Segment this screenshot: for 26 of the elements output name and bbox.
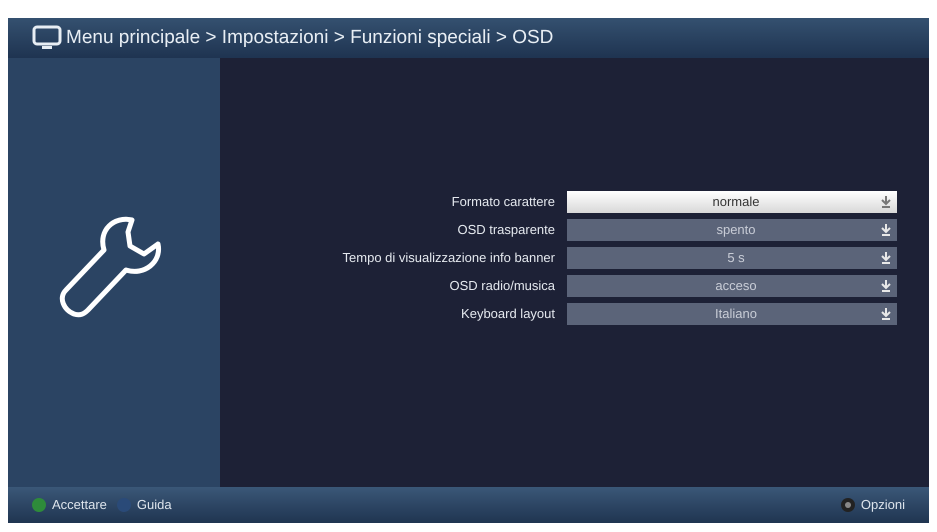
option-key-icon — [840, 498, 855, 512]
down-arrow-icon — [881, 250, 891, 264]
setting-field[interactable]: acceso — [567, 274, 897, 296]
down-arrow-icon — [881, 194, 891, 208]
setting-label: OSD radio/musica — [448, 276, 555, 295]
setting-value: 5 s — [726, 248, 746, 267]
footer-action: Accettare — [52, 496, 107, 514]
footer-action: Guida — [136, 496, 172, 514]
breadcrumb: Menu principale > Impostazioni > Funzioni speciali > OSD — [66, 26, 554, 50]
options-label: Opzioni — [860, 496, 905, 514]
down-arrow-icon — [881, 306, 891, 320]
setting-value: spento — [715, 220, 757, 239]
setting-value: acceso — [714, 276, 758, 295]
tv-icon — [32, 25, 62, 51]
setting-label: Tempo di visualizzazione info banner — [342, 248, 555, 267]
setting-value: normale — [712, 192, 760, 211]
setting-value: Italiano — [714, 304, 758, 323]
setting-label: Keyboard layout — [460, 304, 555, 323]
setting-label: Formato carattere — [450, 192, 555, 211]
down-arrow-icon — [881, 222, 891, 236]
setting-field[interactable]: 5 s — [567, 246, 897, 268]
setting-field[interactable]: normale — [567, 190, 897, 212]
setting-field[interactable]: Italiano — [567, 302, 897, 324]
down-arrow-icon — [881, 278, 891, 292]
setting-field[interactable]: spento — [567, 218, 897, 240]
setting-label: OSD trasparente — [456, 220, 555, 239]
